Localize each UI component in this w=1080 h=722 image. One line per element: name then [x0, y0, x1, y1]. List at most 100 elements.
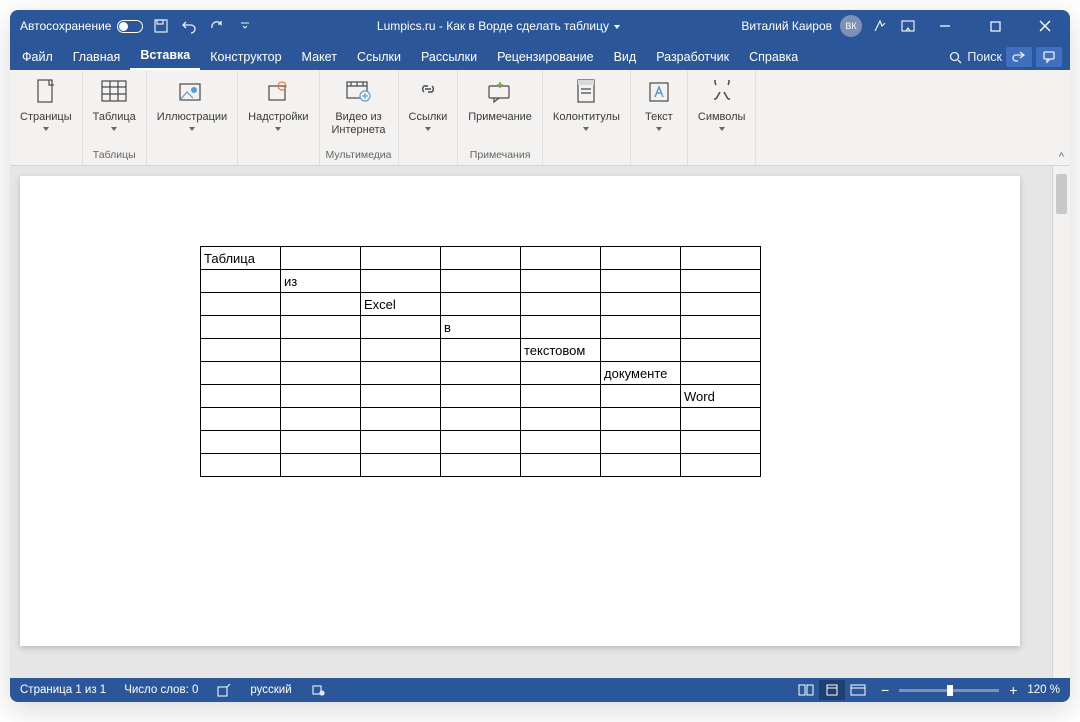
comments-button[interactable]: [1036, 47, 1062, 67]
spellcheck-icon[interactable]: [216, 682, 232, 698]
table-cell[interactable]: [281, 431, 361, 454]
maximize-button[interactable]: [972, 10, 1018, 42]
table-cell[interactable]: [281, 454, 361, 477]
share-button[interactable]: [1006, 47, 1032, 67]
table-cell[interactable]: [361, 247, 441, 270]
close-button[interactable]: [1022, 10, 1068, 42]
table-cell[interactable]: [281, 385, 361, 408]
table-cell[interactable]: [201, 316, 281, 339]
macro-rec-icon[interactable]: [310, 682, 326, 698]
table-cell[interactable]: [521, 362, 601, 385]
table-cell[interactable]: [361, 454, 441, 477]
table-cell[interactable]: [201, 431, 281, 454]
table-cell[interactable]: [681, 247, 761, 270]
addins-button[interactable]: Надстройки: [244, 74, 312, 133]
table-cell[interactable]: [361, 270, 441, 293]
table-cell[interactable]: [281, 247, 361, 270]
table-cell[interactable]: [681, 293, 761, 316]
table-cell[interactable]: [601, 385, 681, 408]
table-cell[interactable]: [681, 408, 761, 431]
table-cell[interactable]: [601, 270, 681, 293]
table-cell[interactable]: [601, 247, 681, 270]
tab-mailings[interactable]: Рассылки: [411, 45, 487, 70]
table-cell[interactable]: [201, 408, 281, 431]
table-cell[interactable]: [361, 339, 441, 362]
table-cell[interactable]: Таблица: [201, 247, 281, 270]
tab-review[interactable]: Рецензирование: [487, 45, 604, 70]
illustrations-button[interactable]: Иллюстрации: [153, 74, 231, 133]
table-cell[interactable]: [361, 408, 441, 431]
page-info[interactable]: Страница 1 из 1: [20, 684, 106, 696]
table-cell[interactable]: [441, 454, 521, 477]
table-cell[interactable]: из: [281, 270, 361, 293]
table-cell[interactable]: [681, 454, 761, 477]
table-cell[interactable]: [361, 362, 441, 385]
table-cell[interactable]: [281, 362, 361, 385]
word-count[interactable]: Число слов: 0: [124, 684, 198, 696]
table-cell[interactable]: текстовом: [521, 339, 601, 362]
table-cell[interactable]: [521, 408, 601, 431]
table-cell[interactable]: [441, 385, 521, 408]
table-cell[interactable]: [441, 431, 521, 454]
autosave-control[interactable]: Автосохранение: [20, 19, 143, 33]
zoom-in-button[interactable]: +: [1009, 682, 1017, 698]
table-cell[interactable]: [441, 362, 521, 385]
table-cell[interactable]: [521, 454, 601, 477]
headers-button[interactable]: Колонтитулы: [549, 74, 624, 133]
table-cell[interactable]: [441, 408, 521, 431]
online-video-button[interactable]: Видео из Интернета: [328, 74, 390, 139]
table-cell[interactable]: [441, 339, 521, 362]
redo-icon[interactable]: [207, 16, 227, 36]
table-cell[interactable]: [281, 316, 361, 339]
links-button[interactable]: Ссылки: [405, 74, 452, 133]
ribbon-display-icon[interactable]: [898, 16, 918, 36]
table-cell[interactable]: [521, 316, 601, 339]
table-cell[interactable]: [201, 339, 281, 362]
title-dropdown-icon[interactable]: [614, 25, 620, 29]
table-cell[interactable]: [601, 454, 681, 477]
tab-layout[interactable]: Макет: [292, 45, 347, 70]
page[interactable]: ТаблицаизExcelвтекстовомдокументеWord: [20, 176, 1020, 646]
tab-design[interactable]: Конструктор: [200, 45, 291, 70]
collapse-ribbon-icon[interactable]: ^: [1059, 151, 1064, 163]
table-cell[interactable]: [521, 385, 601, 408]
document-table[interactable]: ТаблицаизExcelвтекстовомдокументеWord: [200, 246, 761, 477]
text-button[interactable]: Текст: [637, 74, 681, 133]
table-cell[interactable]: [681, 362, 761, 385]
page-container[interactable]: ТаблицаизExcelвтекстовомдокументеWord: [10, 166, 1052, 678]
tab-view[interactable]: Вид: [604, 45, 647, 70]
table-cell[interactable]: [361, 316, 441, 339]
table-button[interactable]: Таблица: [89, 74, 140, 133]
table-cell[interactable]: Excel: [361, 293, 441, 316]
table-cell[interactable]: Word: [681, 385, 761, 408]
table-cell[interactable]: [601, 293, 681, 316]
tab-insert[interactable]: Вставка: [130, 43, 200, 70]
table-cell[interactable]: [521, 431, 601, 454]
table-cell[interactable]: документе: [601, 362, 681, 385]
language[interactable]: русский: [250, 684, 291, 696]
undo-icon[interactable]: [179, 16, 199, 36]
table-cell[interactable]: [681, 270, 761, 293]
table-cell[interactable]: [441, 293, 521, 316]
symbols-button[interactable]: Символы: [694, 74, 750, 133]
save-icon[interactable]: [151, 16, 171, 36]
avatar[interactable]: ВК: [840, 15, 862, 37]
table-cell[interactable]: [521, 293, 601, 316]
tab-home[interactable]: Главная: [63, 45, 131, 70]
table-cell[interactable]: [281, 408, 361, 431]
read-mode-icon[interactable]: [793, 680, 819, 700]
pages-button[interactable]: Страницы: [16, 74, 76, 133]
table-cell[interactable]: [681, 339, 761, 362]
tab-help[interactable]: Справка: [739, 45, 808, 70]
table-cell[interactable]: [601, 431, 681, 454]
table-cell[interactable]: [281, 339, 361, 362]
table-cell[interactable]: [201, 293, 281, 316]
web-layout-icon[interactable]: [845, 680, 871, 700]
table-cell[interactable]: [601, 408, 681, 431]
search-box[interactable]: Поиск: [949, 50, 1002, 64]
table-cell[interactable]: [361, 431, 441, 454]
zoom-level[interactable]: 120 %: [1027, 684, 1060, 696]
qat-customize-icon[interactable]: [235, 16, 255, 36]
table-cell[interactable]: [281, 293, 361, 316]
zoom-slider[interactable]: [899, 689, 999, 692]
